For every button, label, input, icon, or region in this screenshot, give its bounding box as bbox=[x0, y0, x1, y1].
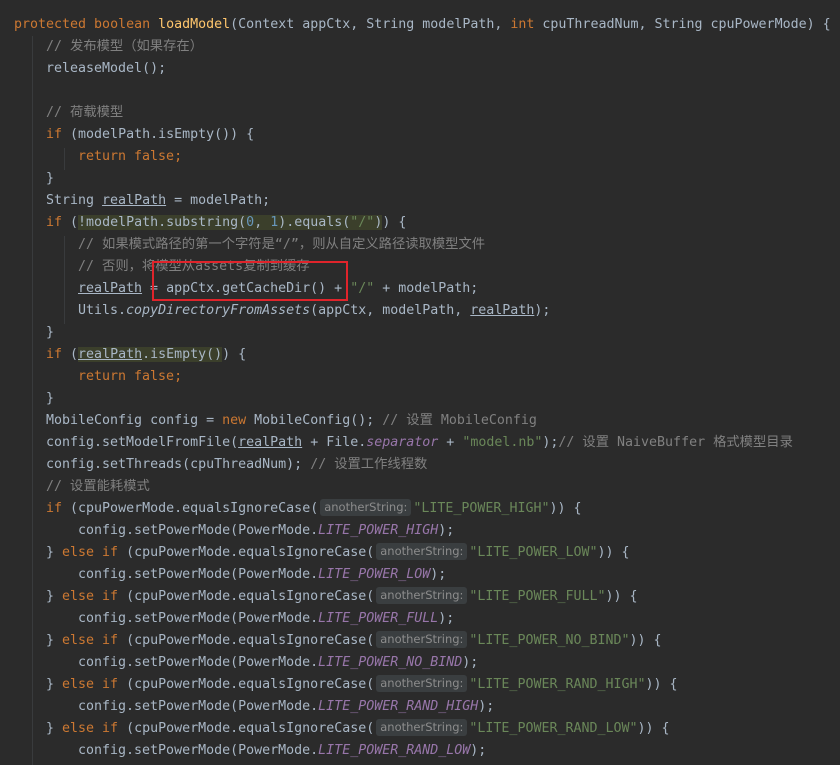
code-line: } bbox=[46, 325, 55, 340]
code-comment: // 荷载模型 bbox=[46, 105, 124, 120]
code-line: } else if (cpuPowerMode.equalsIgnoreCase… bbox=[46, 543, 630, 560]
code-comment: // 发布模型（如果存在） bbox=[46, 39, 203, 54]
parameter-hint: anotherString: bbox=[376, 675, 468, 692]
code-line: config.setPowerMode(PowerMode.LITE_POWER… bbox=[78, 567, 447, 582]
red-highlight-box bbox=[152, 261, 348, 301]
code-line: protected boolean loadModel(Context appC… bbox=[14, 17, 831, 32]
indent-guide bbox=[64, 148, 65, 170]
code-line: } else if (cpuPowerMode.equalsIgnoreCase… bbox=[46, 675, 678, 692]
code-line: config.setPowerMode(PowerMode.LITE_POWER… bbox=[78, 655, 479, 670]
code-line: if (cpuPowerMode.equalsIgnoreCase(anothe… bbox=[46, 499, 582, 516]
code-line: config.setPowerMode(PowerMode.LITE_POWER… bbox=[78, 743, 487, 758]
code-line: config.setPowerMode(PowerMode.LITE_POWER… bbox=[78, 611, 455, 626]
code-line: Utils.copyDirectoryFromAssets(appCtx, mo… bbox=[78, 303, 551, 318]
indent-guide bbox=[64, 236, 65, 324]
parameter-hint: anotherString: bbox=[376, 587, 468, 604]
code-line: } else if (cpuPowerMode.equalsIgnoreCase… bbox=[46, 719, 670, 736]
code-line: } bbox=[46, 171, 55, 186]
code-line: } else if (cpuPowerMode.equalsIgnoreCase… bbox=[46, 587, 638, 604]
code-line: config.setPowerMode(PowerMode.LITE_POWER… bbox=[78, 699, 495, 714]
parameter-hint: anotherString: bbox=[320, 499, 412, 516]
code-line: return false; bbox=[78, 369, 183, 384]
code-line: if (realPath.isEmpty()) { bbox=[46, 347, 247, 362]
parameter-hint: anotherString: bbox=[376, 719, 468, 736]
code-line: if (modelPath.isEmpty()) { bbox=[46, 127, 255, 142]
code-line: String realPath = modelPath; bbox=[46, 193, 271, 208]
code-line: releaseModel(); bbox=[46, 61, 167, 76]
parameter-hint: anotherString: bbox=[376, 631, 468, 648]
code-comment: // 设置能耗模式 bbox=[46, 479, 150, 494]
code-line: if (!modelPath.substring(0, 1).equals("/… bbox=[46, 215, 407, 230]
code-comment: // 如果模式路径的第一个字符是“/”，则从自定义路径读取模型文件 bbox=[78, 237, 486, 252]
code-line: } else if (cpuPowerMode.equalsIgnoreCase… bbox=[46, 631, 662, 648]
code-line: config.setModelFromFile(realPath + File.… bbox=[46, 435, 793, 450]
parameter-hint: anotherString: bbox=[376, 543, 468, 560]
code-line: config.setThreads(cpuThreadNum); // 设置工作… bbox=[46, 457, 428, 472]
code-line: MobileConfig config = new MobileConfig()… bbox=[46, 413, 537, 428]
code-line: } bbox=[46, 391, 55, 406]
code-line: return false; bbox=[78, 149, 183, 164]
code-line: config.setPowerMode(PowerMode.LITE_POWER… bbox=[78, 523, 455, 538]
indent-guide bbox=[32, 36, 33, 765]
code-editor[interactable]: protected boolean loadModel(Context appC… bbox=[0, 0, 840, 765]
